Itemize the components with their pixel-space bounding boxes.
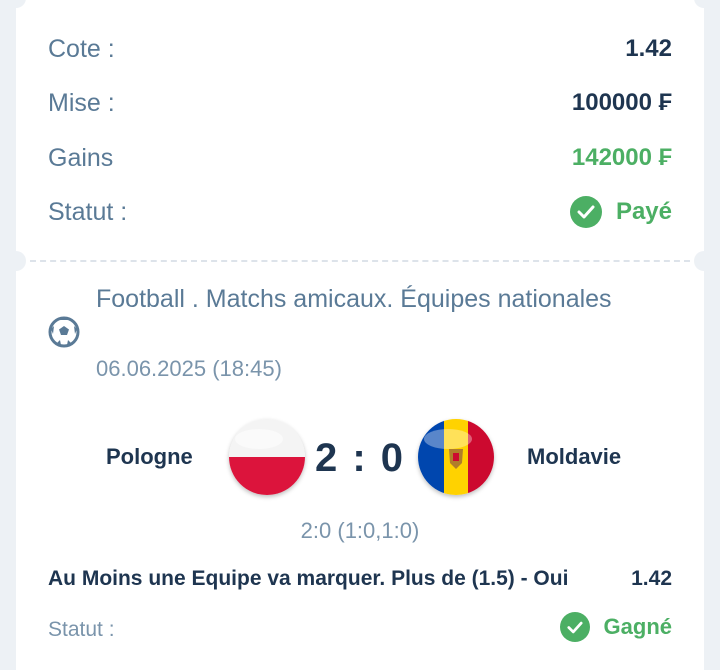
check-circle-icon (559, 612, 590, 642)
stake-row: Mise : 100000 ₣ (48, 83, 672, 123)
ticket-notch-top-left (6, 0, 26, 8)
ticket-divider (30, 260, 690, 262)
bet-market: Au Moins une Equipe va marquer. Plus de … (48, 567, 569, 590)
score-detail: 2:0 (1:0,1:0) (300, 518, 420, 543)
bet-market-odds: 1.42 (631, 567, 672, 590)
status-value: Payé (615, 198, 672, 225)
moldova-flag-icon (418, 419, 494, 495)
winnings-label: Gains (48, 143, 114, 172)
odds-label: Cote : (48, 34, 115, 63)
status-label: Statut : (48, 197, 128, 226)
winnings-value: 142000 ₣ (571, 144, 672, 171)
odds-row: Cote : 1.42 (48, 29, 672, 69)
status-indicator: Payé (569, 196, 672, 228)
ticket-notch-left (6, 251, 26, 271)
event-datetime: 06.06.2025 (18:45) (96, 356, 282, 381)
stake-label: Mise : (48, 88, 115, 117)
bet-ticket-card: Cote : 1.42 Mise : 100000 ₣ Gains 142000… (6, 0, 714, 670)
event-title: Football . Matchs amicaux. Équipes natio… (96, 285, 612, 313)
match-score: 2 : 0 (314, 436, 406, 480)
status-row: Statut : Payé (48, 192, 672, 232)
event-status-label: Statut : (48, 618, 115, 641)
poland-flag-icon (229, 419, 305, 495)
event-status-indicator: Gagné (559, 612, 672, 642)
odds-value: 1.42 (625, 35, 672, 62)
ticket-notch-right (694, 251, 714, 271)
stake-value: 100000 ₣ (571, 89, 672, 116)
away-team-name: Moldavie (527, 444, 622, 469)
check-circle-icon (569, 196, 602, 228)
event-status-value: Gagné (603, 614, 672, 639)
home-team-name: Pologne (106, 444, 193, 469)
football-icon (48, 316, 80, 348)
ticket-notch-top-right (694, 0, 714, 8)
winnings-row: Gains 142000 ₣ (48, 138, 672, 178)
